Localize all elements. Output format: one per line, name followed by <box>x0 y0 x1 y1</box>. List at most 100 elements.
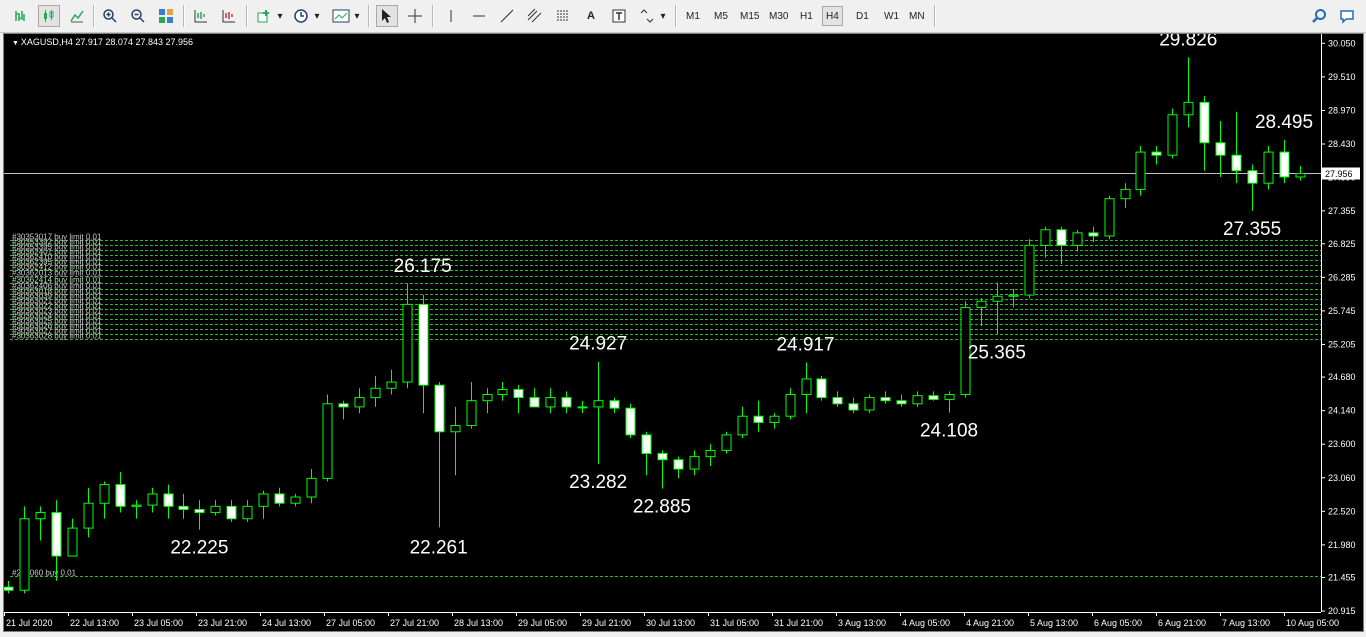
candle-body <box>1024 244 1035 296</box>
timeframe-mn[interactable]: MN <box>906 6 928 26</box>
zoom-out-icon[interactable] <box>127 5 149 27</box>
candle-body <box>290 496 301 504</box>
candle-body <box>513 389 524 399</box>
timeframe-m30[interactable]: M30 <box>766 6 791 26</box>
candle-body <box>609 400 620 409</box>
chat-icon[interactable] <box>1336 5 1358 27</box>
candle-body <box>1279 151 1290 178</box>
candle-body <box>561 397 572 408</box>
time-tick-label: 10 Aug 05:00 <box>1286 618 1339 628</box>
time-tick-label: 7 Aug 13:00 <box>1222 618 1270 628</box>
shapes-dropdown-icon[interactable]: ▾ <box>659 5 667 27</box>
time-tick-label: 27 Jul 05:00 <box>326 618 375 628</box>
candle-body <box>1104 198 1115 237</box>
horizontal-line-icon[interactable] <box>468 5 490 27</box>
periods-clock-icon[interactable] <box>290 5 312 27</box>
time-tick-label: 6 Aug 21:00 <box>1158 618 1206 628</box>
price-tick-label: 30.050 <box>1328 38 1356 48</box>
time-tick-label: 27 Jul 21:00 <box>390 618 439 628</box>
bar-chart-icon[interactable] <box>10 5 32 27</box>
candle-body <box>928 395 939 400</box>
price-tick-label: 23.060 <box>1328 473 1356 483</box>
candle-body <box>306 477 317 498</box>
candle-body <box>99 484 110 504</box>
price-chart[interactable]: 30.05029.51028.97028.43027.89027.35526.8… <box>4 34 1363 631</box>
time-tick-label: 23 Jul 21:00 <box>198 618 247 628</box>
candle-body <box>529 397 540 408</box>
candle-body <box>418 303 429 386</box>
templates-dropdown-icon[interactable]: ▾ <box>353 5 361 27</box>
candle-body <box>322 403 333 479</box>
candle-body <box>466 400 477 427</box>
candle-body <box>1231 154 1242 172</box>
text-label-icon[interactable] <box>608 5 630 27</box>
candle-body <box>1295 172 1306 178</box>
time-tick-label: 3 Aug 13:00 <box>838 618 886 628</box>
equidistant-channel-icon[interactable] <box>524 5 546 27</box>
price-tick-label: 26.285 <box>1328 272 1356 282</box>
candle-body <box>816 378 827 399</box>
price-annotation: 24.917 <box>776 334 834 355</box>
time-tick-label: 4 Aug 05:00 <box>902 618 950 628</box>
tile-windows-icon[interactable] <box>155 5 177 27</box>
arrows-icon[interactable] <box>636 5 658 27</box>
price-tick-label: 24.140 <box>1328 406 1356 416</box>
chart-window[interactable]: 30.05029.51028.97028.43027.89027.35526.8… <box>3 33 1364 632</box>
candle-body <box>801 378 812 395</box>
indicators-dropdown-icon[interactable]: ▾ <box>276 5 284 27</box>
timeframe-d1[interactable]: D1 <box>853 6 872 26</box>
timeframe-m5[interactable]: M5 <box>711 6 731 26</box>
price-annotation: 22.225 <box>170 538 228 559</box>
cursor-icon[interactable] <box>376 5 398 27</box>
chart-menu-triangle-icon[interactable]: ▼ <box>12 40 21 47</box>
candle-body <box>226 505 237 520</box>
candle-body <box>673 459 684 470</box>
text-tool-icon[interactable]: A <box>580 5 602 27</box>
candle-body <box>83 502 94 529</box>
candle-body <box>1183 101 1194 116</box>
time-tick-label: 30 Jul 13:00 <box>646 618 695 628</box>
symbol-ohlc-line: XAGUSD,H4 27.917 28.074 27.843 27.956 <box>20 37 193 47</box>
chart-shift-icon[interactable] <box>190 5 212 27</box>
price-tick-label: 28.970 <box>1328 105 1356 115</box>
candle-body <box>992 295 1003 302</box>
auto-scroll-icon[interactable] <box>218 5 240 27</box>
candle-body <box>912 395 923 405</box>
chart-header: ▼ XAGUSD,H4 27.917 28.074 27.843 27.956 <box>12 37 193 47</box>
price-tick-label: 29.510 <box>1328 72 1356 82</box>
candle-body <box>147 493 158 506</box>
candle-body <box>1167 114 1178 156</box>
zoom-in-icon[interactable] <box>99 5 121 27</box>
timeframe-w1[interactable]: W1 <box>881 6 902 26</box>
candle-body <box>258 493 269 507</box>
search-icon[interactable] <box>1308 5 1330 27</box>
templates-icon[interactable] <box>330 5 352 27</box>
price-tick-label: 21.455 <box>1328 573 1356 583</box>
candle-body <box>67 527 78 557</box>
periods-dropdown-icon[interactable]: ▾ <box>313 5 321 27</box>
candle-body <box>880 397 891 402</box>
candlestick-chart-icon[interactable] <box>38 5 60 27</box>
candle-body <box>1088 232 1099 237</box>
current-price-label: 27.956 <box>1325 169 1353 179</box>
timeframe-h1[interactable]: H1 <box>797 6 816 26</box>
candle-body <box>274 493 285 504</box>
timeframe-m15[interactable]: M15 <box>737 6 762 26</box>
price-tick-label: 25.205 <box>1328 339 1356 349</box>
timeframe-m1[interactable]: M1 <box>683 6 703 26</box>
fibonacci-icon[interactable] <box>552 5 574 27</box>
candle-body <box>370 387 381 399</box>
price-annotation: 26.175 <box>394 256 452 277</box>
vertical-line-icon[interactable] <box>440 5 462 27</box>
crosshair-icon[interactable] <box>404 5 426 27</box>
candle-body <box>1247 170 1258 184</box>
trendline-icon[interactable] <box>496 5 518 27</box>
line-chart-icon[interactable] <box>66 5 88 27</box>
candle-body <box>194 508 205 514</box>
time-tick-label: 4 Aug 21:00 <box>966 618 1014 628</box>
timeframe-h4[interactable]: H4 <box>822 6 843 26</box>
indicators-icon[interactable] <box>253 5 275 27</box>
candle-body <box>1151 151 1162 156</box>
candle-body <box>657 453 668 461</box>
candle-body <box>242 505 253 520</box>
